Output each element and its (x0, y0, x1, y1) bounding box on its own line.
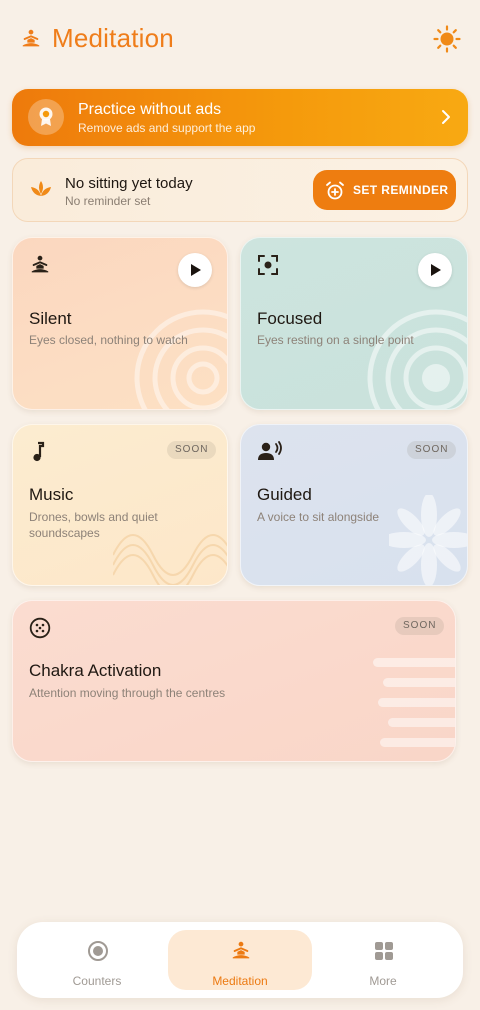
ribbon-badge-icon (28, 99, 64, 135)
card-subtitle: Attention moving through the centres (29, 686, 226, 700)
meditation-pose-icon (22, 29, 40, 47)
nav-item-more[interactable]: More (311, 930, 455, 990)
ripple-decoration (134, 309, 227, 409)
soon-badge: SOON (167, 441, 217, 459)
flower-decoration (389, 495, 467, 585)
daily-status-card: No sitting yet today No reminder set SET… (12, 158, 468, 222)
chevron-right-icon (442, 110, 450, 124)
bottom-navigation: Counters Meditation More (17, 922, 463, 998)
card-title: Silent (29, 309, 72, 328)
play-icon (191, 264, 201, 276)
card-subtitle: Drones, bowls and quiet soundscapes (29, 510, 158, 540)
card-title: Guided (257, 485, 312, 504)
play-focused-button[interactable] (418, 253, 452, 287)
soon-badge: SOON (395, 617, 445, 635)
meditation-pose-icon (232, 941, 250, 959)
soon-badge: SOON (407, 441, 457, 459)
grid-icon (375, 942, 393, 960)
set-reminder-label: SET REMINDER (353, 183, 449, 197)
alarm-add-icon (326, 181, 344, 200)
silent-meditation-card[interactable]: Silent Eyes closed, nothing to watch (12, 237, 228, 410)
guided-meditation-card[interactable]: SOON Guided A voice to sit alongside (240, 424, 468, 586)
remove-ads-banner[interactable]: Practice without ads Remove ads and supp… (12, 89, 468, 146)
focus-frame-icon (258, 255, 278, 275)
nav-label: Counters (72, 974, 122, 988)
card-title: Chakra Activation (29, 661, 162, 680)
page-title: Meditation (52, 23, 174, 53)
nav-item-meditation[interactable]: Meditation (168, 930, 312, 990)
card-title: Music (29, 485, 74, 504)
chakra-activation-card[interactable]: SOON Chakra Activation Attention moving … (12, 600, 456, 762)
card-title: Focused (257, 309, 323, 328)
reminder-status: No reminder set (65, 194, 151, 208)
music-meditation-card[interactable]: SOON Music Drones, bowls and quiet sound… (12, 424, 228, 586)
nav-label: More (369, 974, 397, 988)
sun-icon[interactable] (432, 24, 462, 54)
lotus-icon (31, 181, 51, 196)
card-subtitle: Eyes closed, nothing to watch (29, 333, 188, 347)
play-icon (431, 264, 441, 276)
voice-person-icon (258, 441, 282, 460)
play-silent-button[interactable] (178, 253, 212, 287)
chakra-dots-icon (29, 617, 51, 639)
nav-label: Meditation (212, 974, 268, 988)
focused-meditation-card[interactable]: Focused Eyes resting on a single point (240, 237, 468, 410)
card-subtitle: A voice to sit alongside (257, 510, 380, 524)
meditation-pose-icon (31, 255, 49, 273)
set-reminder-button[interactable]: SET REMINDER (313, 170, 456, 210)
stripes-decoration (373, 658, 455, 747)
music-note-icon (33, 441, 45, 462)
promo-title: Practice without ads (78, 101, 222, 118)
card-subtitle: Eyes resting on a single point (257, 333, 414, 347)
promo-subtitle: Remove ads and support the app (78, 121, 256, 135)
sitting-status: No sitting yet today (65, 175, 193, 192)
nav-item-counters[interactable]: Counters (25, 930, 169, 990)
app-header: Meditation (0, 0, 480, 80)
ripple-decoration (367, 309, 467, 409)
radio-circle-icon (88, 941, 108, 961)
